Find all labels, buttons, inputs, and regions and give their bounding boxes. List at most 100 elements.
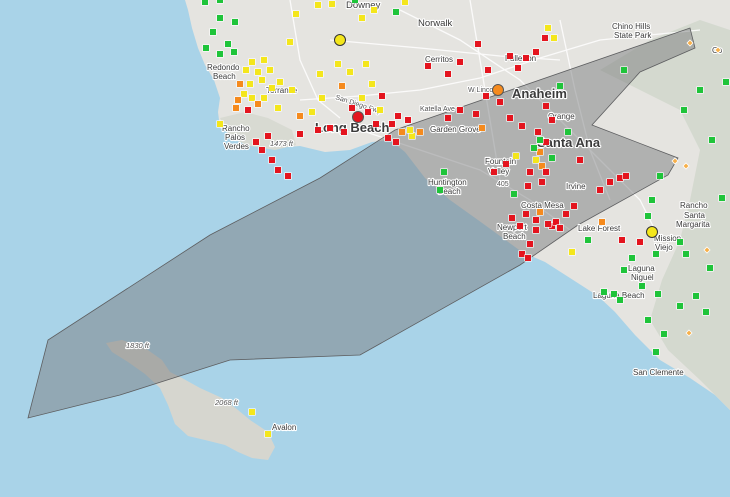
sensor-marker[interactable] [378,92,386,100]
sensor-marker[interactable] [436,186,444,194]
sensor-marker[interactable] [404,116,412,124]
sensor-marker[interactable] [482,92,490,100]
sensor-marker[interactable] [532,156,540,164]
sensor-marker[interactable] [600,288,608,296]
sensor-marker[interactable] [508,214,516,222]
sensor-marker[interactable] [536,148,544,156]
sensor-marker[interactable] [392,138,400,146]
sensor-marker[interactable] [288,86,296,94]
sensor-marker[interactable] [618,236,626,244]
sensor-marker[interactable] [326,124,334,132]
sensor-marker[interactable] [676,238,684,246]
sensor-marker[interactable] [276,78,284,86]
sensor-marker[interactable] [522,54,530,62]
sensor-marker[interactable] [530,144,538,152]
sensor-marker[interactable] [622,172,630,180]
sensor-marker[interactable] [536,136,544,144]
sensor-marker[interactable] [518,122,526,130]
sensor-marker[interactable] [652,348,660,356]
sensor-marker[interactable] [258,146,266,154]
monitor-anaheim[interactable] [492,84,504,96]
sensor-marker[interactable] [616,174,624,182]
sensor-marker[interactable] [216,0,224,4]
sensor-marker[interactable] [260,56,268,64]
sensor-marker[interactable] [478,124,486,132]
sensor-marker[interactable] [234,96,242,104]
sensor-marker[interactable] [548,154,556,162]
sensor-marker[interactable] [252,138,260,146]
sensor-marker[interactable] [201,0,209,6]
sensor-marker[interactable] [524,182,532,190]
sensor-marker[interactable] [538,178,546,186]
sensor-marker[interactable] [536,208,544,216]
sensor-marker[interactable] [340,128,348,136]
sensor-marker[interactable] [286,38,294,46]
sensor-marker[interactable] [384,134,392,142]
sensor-marker[interactable] [318,94,326,102]
sensor-marker[interactable] [516,222,524,230]
sensor-marker[interactable] [248,408,256,416]
sensor-marker[interactable] [440,168,448,176]
monitor-downey[interactable] [334,34,346,46]
sensor-marker[interactable] [231,18,239,26]
sensor-marker[interactable] [406,126,414,134]
sensor-marker[interactable] [372,120,380,128]
sensor-marker[interactable] [216,50,224,58]
sensor-marker[interactable] [702,308,710,316]
sensor-marker[interactable] [254,68,262,76]
sensor-marker[interactable] [538,162,546,170]
sensor-marker[interactable] [606,178,614,186]
sensor-marker[interactable] [542,168,550,176]
sensor-marker[interactable] [636,238,644,246]
sensor-marker[interactable] [692,292,700,300]
sensor-marker[interactable] [706,264,714,272]
sensor-marker[interactable] [682,250,690,258]
sensor-marker[interactable] [570,202,578,210]
sensor-marker[interactable] [506,52,514,60]
sensor-marker[interactable] [358,94,366,102]
sensor-marker[interactable] [652,250,660,258]
sensor-marker[interactable] [484,66,492,74]
sensor-marker[interactable] [628,254,636,262]
sensor-marker[interactable] [408,132,416,140]
sensor-marker[interactable] [266,66,274,74]
sensor-marker[interactable] [550,34,558,42]
sensor-marker[interactable] [248,94,256,102]
sensor-marker[interactable] [542,138,550,146]
sensor-marker[interactable] [240,90,248,98]
sensor-marker[interactable] [401,0,409,6]
sensor-marker[interactable] [264,132,272,140]
sensor-marker[interactable] [334,60,342,68]
sensor-marker[interactable] [542,102,550,110]
sensor-marker[interactable] [328,0,336,8]
sensor-marker[interactable] [236,80,244,88]
sensor-marker[interactable] [510,190,518,198]
sensor-marker[interactable] [202,44,210,52]
sensor-marker[interactable] [532,226,540,234]
sensor-marker[interactable] [244,106,252,114]
sensor-marker[interactable] [548,116,556,124]
sensor-marker[interactable] [424,62,432,70]
sensor-marker[interactable] [680,106,688,114]
sensor-marker[interactable] [648,196,656,204]
sensor-marker[interactable] [568,248,576,256]
sensor-marker[interactable] [314,126,322,134]
sensor-marker[interactable] [392,8,400,16]
sensor-marker[interactable] [696,86,704,94]
sensor-marker[interactable] [338,82,346,90]
sensor-marker[interactable] [376,106,384,114]
sensor-marker[interactable] [656,172,664,180]
sensor-marker[interactable] [638,282,646,290]
sensor-marker[interactable] [456,58,464,66]
sensor-marker[interactable] [254,100,262,108]
sensor-marker[interactable] [496,98,504,106]
sensor-marker[interactable] [246,80,254,88]
sensor-marker[interactable] [522,210,530,218]
sensor-marker[interactable] [564,128,572,136]
sensor-marker[interactable] [718,194,726,202]
sensor-marker[interactable] [562,210,570,218]
sensor-marker[interactable] [216,14,224,22]
sensor-marker[interactable] [268,156,276,164]
sensor-marker[interactable] [394,112,402,120]
monitor-long-beach[interactable] [352,111,364,123]
